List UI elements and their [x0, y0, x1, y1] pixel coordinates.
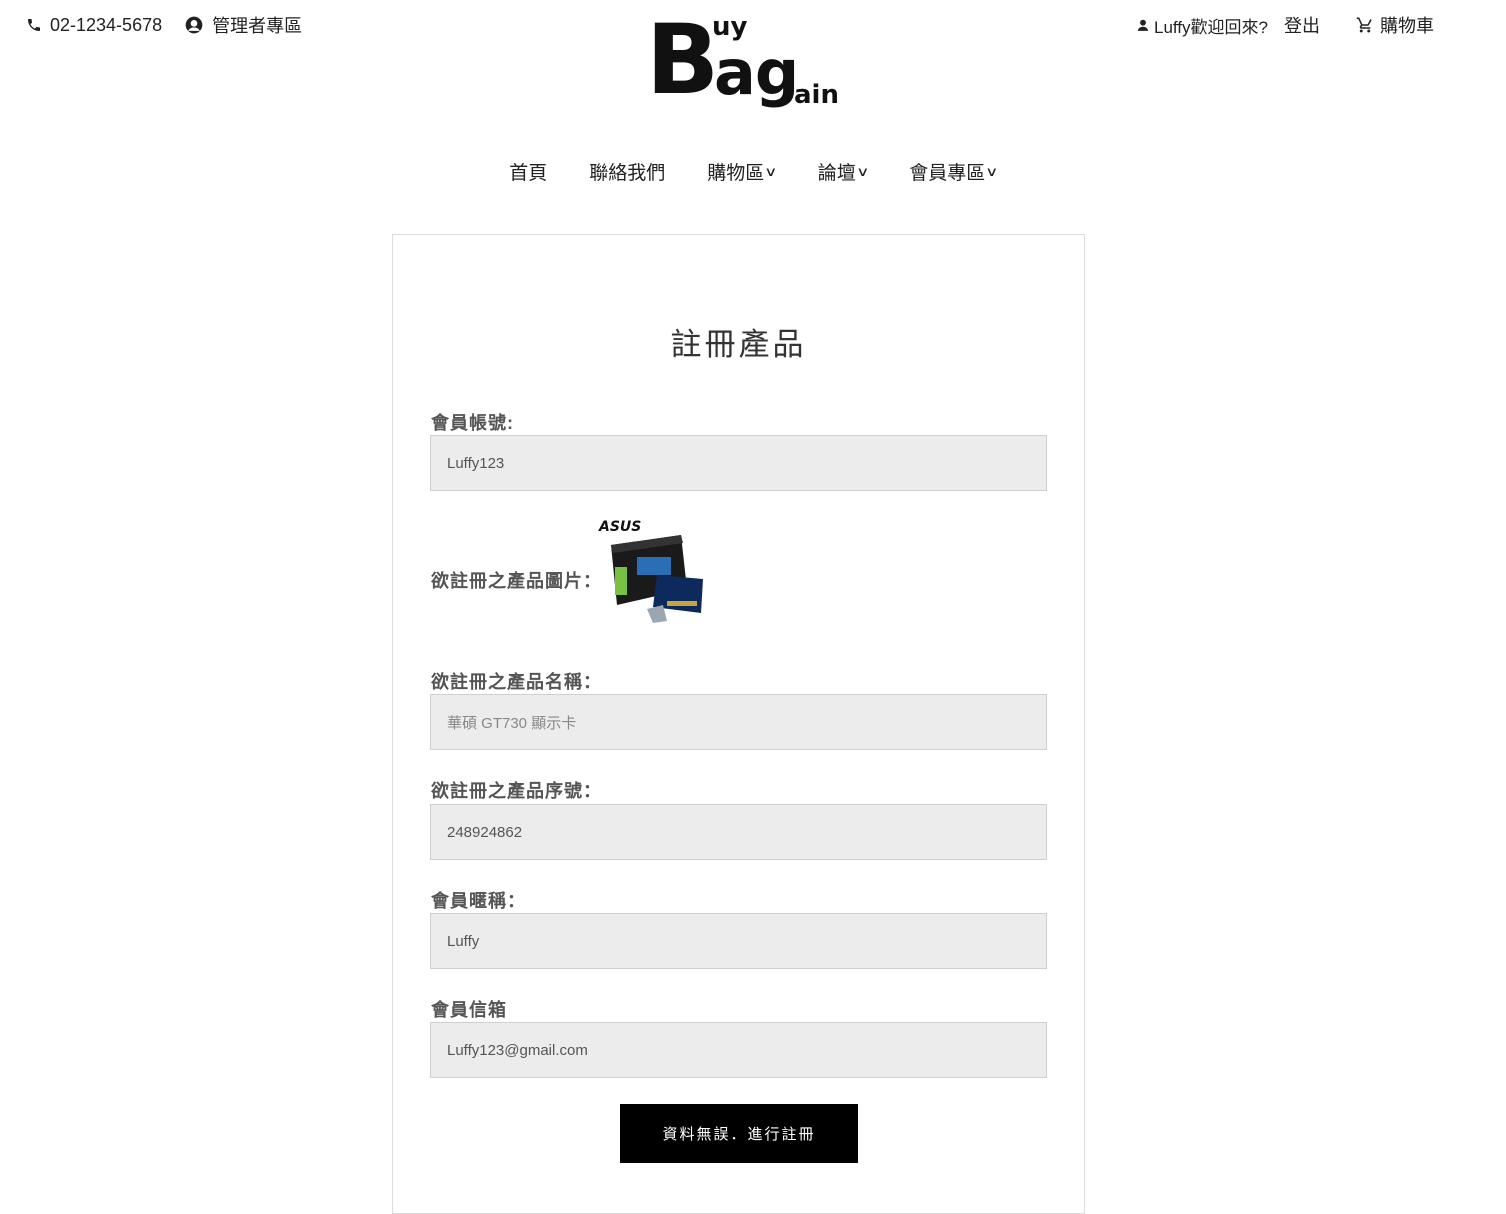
- user-icon: [1137, 19, 1149, 31]
- admin-link[interactable]: 管理者專區: [184, 12, 302, 38]
- chevron-down-icon: ∨: [985, 163, 999, 179]
- user-greeting: Luffy歡迎回來?: [1136, 13, 1268, 38]
- register-product-card: 註冊產品 會員帳號: Luffy123 欲註冊之產品圖片： ASUS 欲註冊之產…: [392, 234, 1085, 1214]
- nickname-label: 會員暱稱：: [431, 891, 526, 911]
- nav-contact[interactable]: 聯絡我們: [589, 158, 665, 185]
- nav-member[interactable]: 會員專區 ∨: [909, 158, 999, 185]
- phone-contact: 02-1234-5678: [26, 15, 162, 36]
- serial-field[interactable]: 248924862: [430, 804, 1047, 860]
- cart-label: 購物車: [1380, 16, 1434, 36]
- nav-forum[interactable]: 論壇 ∨: [817, 158, 870, 185]
- top-bar-right: Luffy歡迎回來? 登出 購物車: [1136, 12, 1434, 38]
- product-brand: ASUS: [598, 519, 641, 535]
- serial-label: 欲註冊之產品序號：: [431, 781, 602, 801]
- nav-shop-label: 購物區: [707, 163, 765, 184]
- cart-icon: [1356, 17, 1372, 33]
- nav-home[interactable]: 首頁: [509, 158, 547, 185]
- nav-forum-label: 論壇: [817, 163, 856, 184]
- logo-ag: ag: [714, 36, 799, 109]
- image-label: 欲註冊之產品圖片：: [431, 571, 602, 591]
- site-logo[interactable]: B uy ag ain: [646, 4, 839, 116]
- submit-button[interactable]: 資料無誤．進行註冊: [620, 1104, 858, 1163]
- logo-ain: ain: [794, 80, 839, 110]
- chevron-down-icon: ∨: [764, 163, 778, 179]
- page-title: 註冊產品: [670, 327, 807, 362]
- logo-b: B: [646, 4, 720, 116]
- account-field[interactable]: Luffy123: [430, 435, 1047, 491]
- phone-icon: [28, 19, 40, 31]
- product-image: ASUS: [597, 517, 717, 627]
- nav-contact-label: 聯絡我們: [589, 163, 666, 184]
- logout-link[interactable]: 登出: [1284, 12, 1320, 38]
- user-circle-icon: [185, 16, 203, 34]
- admin-link-label: 管理者專區: [212, 16, 303, 36]
- email-field[interactable]: Luffy123@gmail.com: [430, 1022, 1047, 1078]
- greeting-text: Luffy歡迎回來?: [1153, 17, 1268, 37]
- cart-link[interactable]: 購物車: [1356, 12, 1434, 38]
- account-label: 會員帳號:: [431, 413, 514, 433]
- phone-number: 02-1234-5678: [50, 14, 163, 35]
- product-name-field[interactable]: 華碩 GT730 顯示卡: [430, 694, 1047, 750]
- product-name-label: 欲註冊之產品名稱：: [431, 672, 602, 692]
- nickname-field[interactable]: Luffy: [430, 913, 1047, 969]
- chevron-down-icon: ∨: [855, 163, 870, 179]
- email-label: 會員信箱: [431, 1000, 507, 1020]
- nav-home-label: 首頁: [509, 163, 548, 184]
- graphics-card-box-icon: ASUS: [598, 519, 703, 623]
- top-bar-left: 02-1234-5678 管理者專區: [26, 12, 324, 38]
- nav-member-label: 會員專區: [909, 163, 986, 184]
- main-nav: 首頁 聯絡我們 購物區 ∨ 論壇 ∨ 會員專區 ∨: [0, 158, 1506, 185]
- nav-shop[interactable]: 購物區 ∨: [707, 158, 778, 185]
